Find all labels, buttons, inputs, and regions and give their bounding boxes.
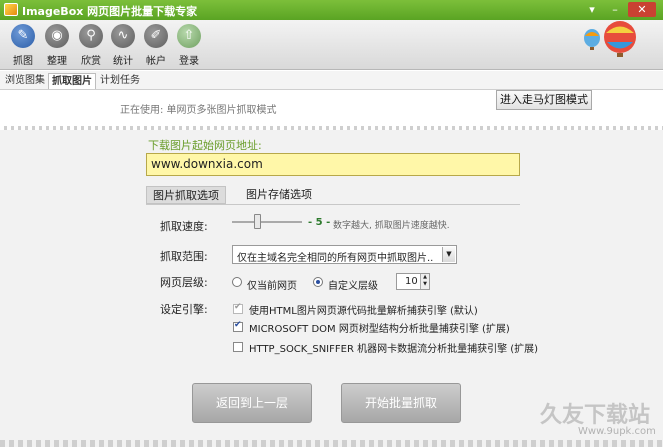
toolbar-item-organize[interactable]: ◉ 整理 [42, 24, 72, 69]
panel-bottom-edge [0, 440, 663, 447]
engine-label: 设定引擎: [160, 303, 208, 316]
speed-slider-thumb[interactable] [254, 214, 261, 229]
url-input[interactable]: www.downxia.com [146, 153, 520, 176]
toolbar: ✎ 抓图 ◉ 整理 ⚲ 欣赏 ∿ 统计 ✐ 帐户 ⇧ 登录 [0, 20, 663, 70]
disc-icon: ◉ [45, 24, 69, 48]
speed-hint: 数字越大, 抓取图片速度越快. [333, 221, 450, 231]
skin-icon[interactable]: ▾ [583, 2, 601, 17]
toolbar-item-view[interactable]: ⚲ 欣赏 [76, 24, 106, 69]
main-tabs: 浏览图集 抓取图片 计划任务 [0, 71, 663, 90]
subtab-grab-options[interactable]: 图片抓取选项 [146, 186, 226, 204]
start-grab-button[interactable]: 开始批量抓取 [341, 383, 461, 423]
radio-custom-level-label: 自定义层级 [328, 281, 378, 292]
window-title: ImageBox 网页图片批量下载专家 [22, 5, 198, 18]
engine-dom-label: MICROSOFT DOM 网页树型结构分析批量捕获引擎 (扩展) [249, 324, 510, 335]
minimize-button[interactable]: – [606, 2, 624, 17]
toolbar-item-grab[interactable]: ✎ 抓图 [8, 24, 38, 69]
range-label: 抓取范围: [160, 250, 208, 263]
back-button[interactable]: 返回到上一层 [192, 383, 312, 423]
tab-grab-images[interactable]: 抓取图片 [48, 73, 96, 89]
range-selected-value: 仅在主域名完全相同的所有网页中抓取图片.. [237, 253, 434, 264]
toolbar-item-stats[interactable]: ∿ 统计 [108, 24, 138, 69]
speed-value: - 5 - [308, 217, 331, 228]
range-select[interactable]: 仅在主域名完全相同的所有网页中抓取图片.. ▼ [232, 245, 457, 264]
site-watermark-url: Www.9upk.com [578, 426, 656, 437]
balloon-logo-icon [584, 21, 636, 57]
close-button[interactable]: ✕ [628, 2, 656, 17]
toolbar-item-login[interactable]: ⇧ 登录 [174, 24, 204, 69]
stepper-arrows-icon[interactable]: ▲ ▼ [420, 274, 429, 289]
level-stepper[interactable]: 10 ▲ ▼ [396, 273, 430, 290]
engine-html-checkbox[interactable] [233, 302, 243, 314]
speed-slider-track[interactable] [232, 221, 302, 223]
site-watermark: 久友下载站 [540, 402, 651, 428]
level-label: 网页层级: [160, 276, 208, 289]
engine-dom-checkbox[interactable] [233, 320, 243, 332]
magnifier-icon: ⚲ [79, 24, 103, 48]
url-label: 下载图片起始网页地址: [148, 139, 262, 152]
carousel-mode-button[interactable]: 进入走马灯图模式 [496, 90, 592, 110]
radio-current-page[interactable] [232, 277, 242, 287]
tab-scheduled-tasks[interactable]: 计划任务 [97, 73, 143, 89]
engine-sniffer-label: HTTP_SOCK_SNIFFER 机器网卡数据流分析批量捕获引擎 (扩展) [249, 344, 539, 355]
wave-icon: ∿ [111, 24, 135, 48]
upload-cloud-icon: ⇧ [177, 24, 201, 48]
tab-browse-sets[interactable]: 浏览图集 [2, 73, 48, 89]
engine-sniffer-checkbox[interactable] [233, 342, 243, 352]
dropdown-arrow-icon[interactable]: ▼ [442, 247, 455, 262]
toolbar-item-account[interactable]: ✐ 帐户 [141, 24, 171, 69]
level-value: 10 [405, 276, 418, 287]
engine-html-label: 使用HTML图片网页源代码批量解析捕获引擎 (默认) [249, 306, 478, 317]
speed-label: 抓取速度: [160, 220, 208, 233]
radio-custom-level[interactable] [313, 277, 323, 287]
title-bar: ImageBox 网页图片批量下载专家 ▾ – ✕ [0, 0, 663, 20]
subtab-storage-options[interactable]: 图片存储选项 [240, 186, 318, 204]
mode-status-text: 正在使用: 单网页多张图片抓取模式 [120, 105, 277, 116]
subtab-divider [146, 204, 520, 205]
wrench-icon: ✐ [144, 24, 168, 48]
panel-top-edge [0, 126, 663, 130]
app-logo-icon [4, 3, 18, 16]
brush-icon: ✎ [11, 24, 35, 48]
radio-current-page-label: 仅当前网页 [247, 281, 297, 292]
